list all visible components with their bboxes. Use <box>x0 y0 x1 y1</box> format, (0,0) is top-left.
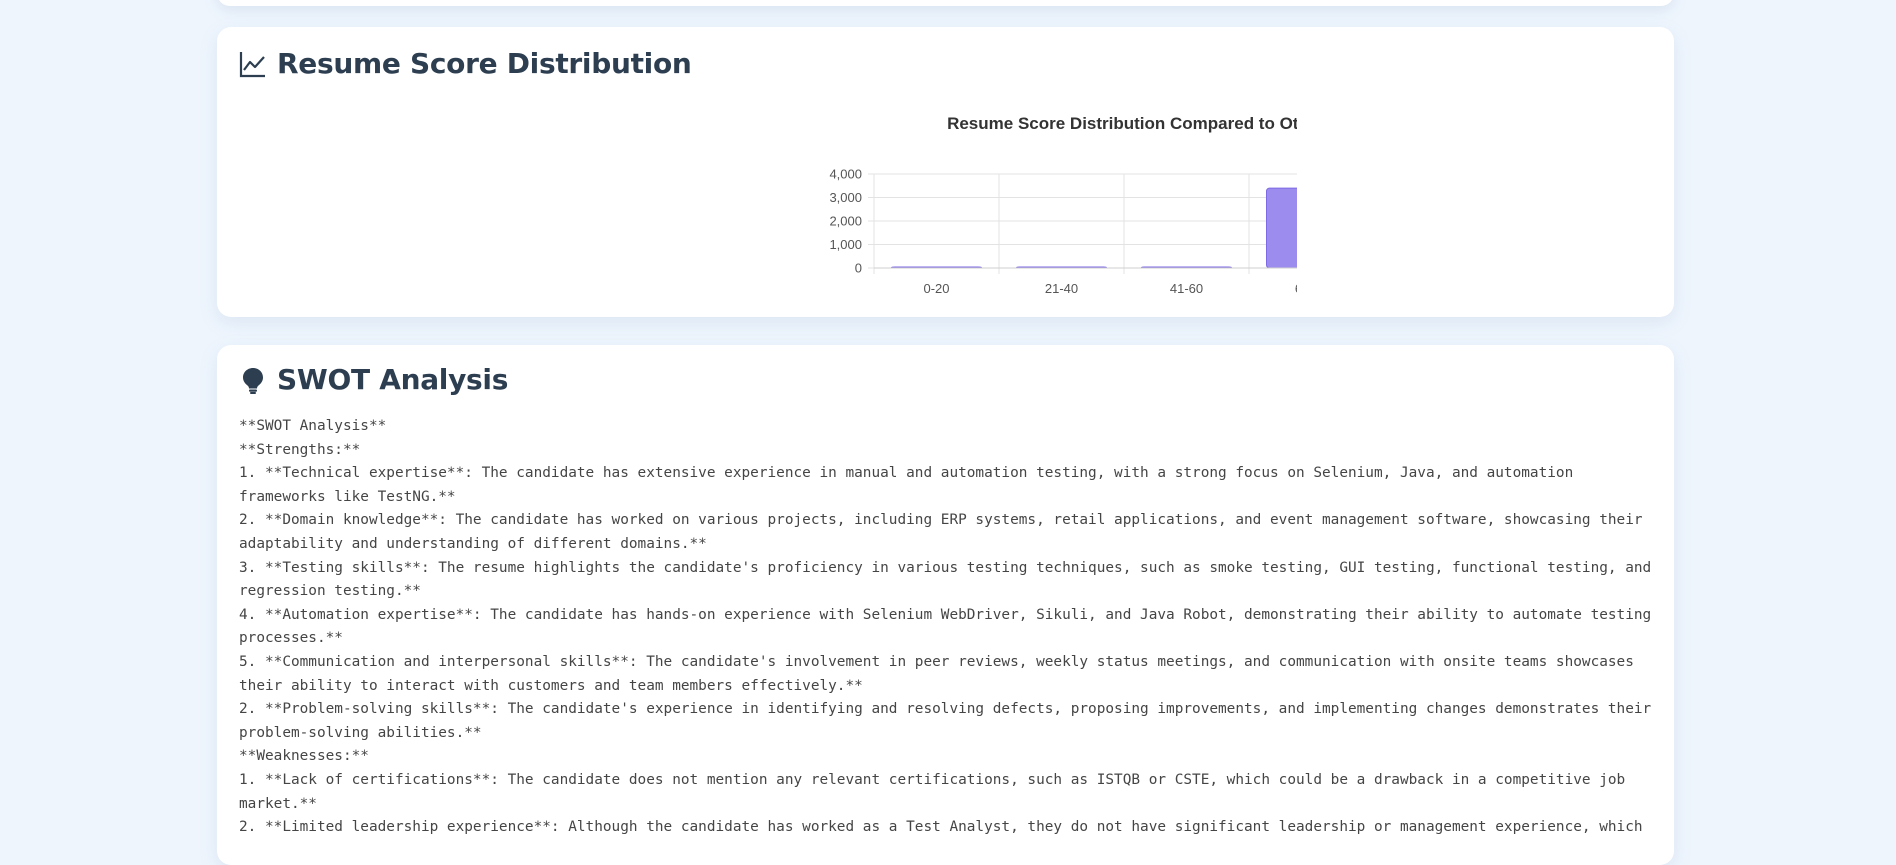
chart-title: Resume Score Distribution Compared to Ot… <box>947 114 1297 133</box>
swot-line: **Weaknesses:** <box>239 748 369 765</box>
swot-line: **Strengths:** <box>239 441 361 458</box>
score-distribution-card: Resume Score Distribution Resume Score D… <box>217 27 1674 317</box>
swot-line: 5. **Communication and interpersonal ski… <box>239 653 1634 694</box>
swot-line: 1. **Technical expertise**: The candidat… <box>239 465 1574 505</box>
y-tick-label: 3,000 <box>829 190 862 205</box>
x-tick-label: 0-20 <box>923 281 949 296</box>
bar <box>1266 187 1297 269</box>
score-distribution-title: Resume Score Distribution <box>277 47 692 80</box>
x-tick-label: 21-40 <box>1045 281 1078 296</box>
score-distribution-heading: Resume Score Distribution <box>239 47 692 80</box>
y-tick-label: 4,000 <box>829 167 862 182</box>
swot-line: 2. **Domain knowledge**: The candidate h… <box>239 512 1643 552</box>
swot-line: 1. **Lack of certifications**: The candi… <box>239 771 1626 812</box>
x-tick-label: 41-60 <box>1170 281 1203 296</box>
swot-line: 4. **Automation expertise**: The candida… <box>239 606 1652 647</box>
line-chart-icon <box>239 51 265 77</box>
lightbulb-icon <box>243 367 263 394</box>
swot-line: **SWOT Analysis** <box>239 418 387 434</box>
swot-analysis-card: SWOT Analysis **SWOT Analysis** **Strengt… <box>217 345 1674 865</box>
swot-line: 2. **Problem-solving skills**: The candi… <box>239 701 1652 741</box>
swot-line: 3. **Testing skills**: The resume highli… <box>239 559 1652 600</box>
x-tick-label: 61-80 <box>1295 281 1297 296</box>
y-tick-label: 1,000 <box>829 237 862 252</box>
y-tick-label: 2,000 <box>829 214 862 229</box>
swot-line: 2. **Limited leadership experience**: Al… <box>239 819 1643 836</box>
score-distribution-chart: Resume Score Distribution Compared to Ot… <box>829 114 1297 296</box>
y-tick-label: 0 <box>855 261 862 276</box>
swot-analysis-title: SWOT Analysis <box>277 363 509 396</box>
swot-analysis-text: **SWOT Analysis** **Strengths:** 1. **Tech… <box>239 415 1654 840</box>
previous-card-edge <box>217 0 1674 6</box>
swot-analysis-heading: SWOT Analysis <box>239 363 508 396</box>
